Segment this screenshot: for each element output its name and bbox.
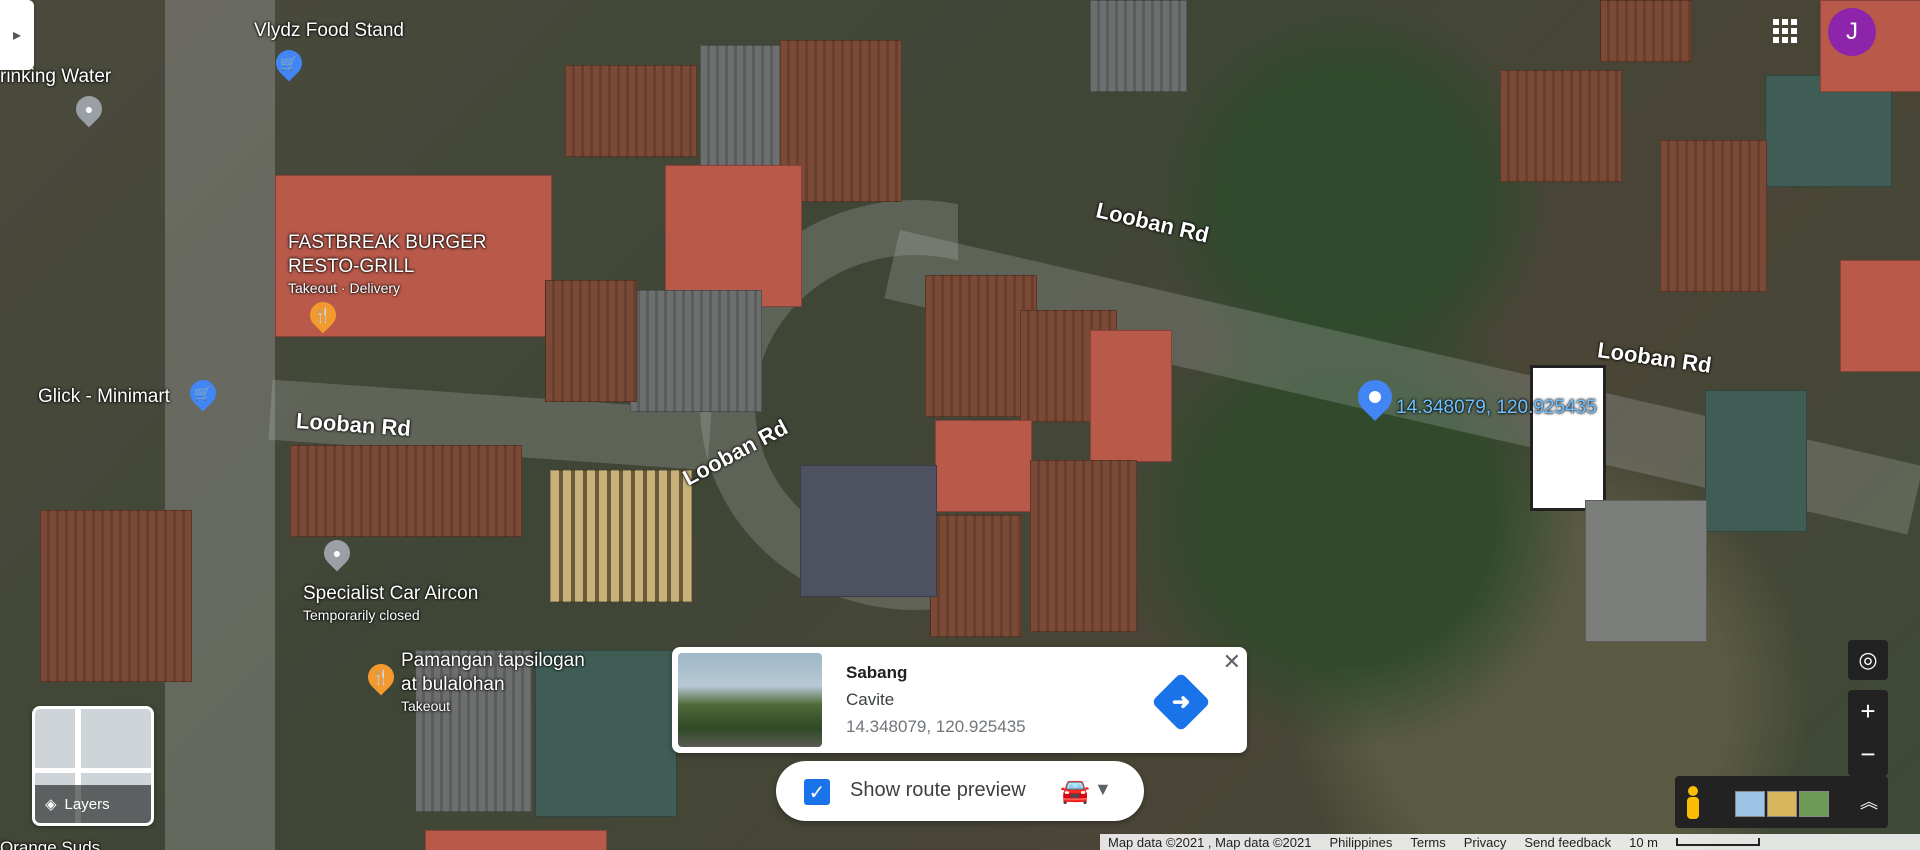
- directions-button[interactable]: ➜: [1151, 672, 1211, 732]
- fork-knife-icon: 🍴: [314, 306, 332, 323]
- zoom-out-button[interactable]: −: [1848, 733, 1888, 776]
- poi-label[interactable]: Orange Suds: [0, 838, 100, 850]
- send-feedback-link[interactable]: Send feedback: [1524, 835, 1611, 850]
- building: [1030, 460, 1137, 632]
- privacy-link[interactable]: Privacy: [1464, 835, 1507, 850]
- directions-icon: ➜: [1171, 689, 1191, 714]
- location-card[interactable]: Sabang Cavite 14.348079, 120.925435 ➜ ✕: [672, 647, 1247, 753]
- pegman-icon[interactable]: [1685, 786, 1701, 820]
- map-type-tile[interactable]: [1799, 791, 1829, 817]
- close-icon[interactable]: ✕: [1223, 649, 1241, 675]
- region-link[interactable]: Philippines: [1329, 835, 1392, 850]
- building: [1500, 70, 1622, 182]
- fork-knife-icon: 🍴: [372, 668, 390, 685]
- dropped-pin-label[interactable]: 14.348079, 120.925435: [1396, 397, 1597, 419]
- building: [1585, 500, 1707, 642]
- poi-sublabel: Takeout · Delivery: [288, 280, 401, 296]
- collapse-side-panel-button[interactable]: ▸: [0, 0, 34, 70]
- poi-label[interactable]: FASTBREAK BURGER: [288, 232, 487, 254]
- building: [1530, 365, 1606, 511]
- building: [935, 420, 1032, 512]
- building: [40, 510, 192, 682]
- map-footer: Map data ©2021 , Map data ©2021 Philippi…: [1100, 834, 1920, 850]
- expand-chevron-icon[interactable]: ︽: [1860, 788, 1878, 814]
- my-location-button[interactable]: ◎: [1848, 640, 1888, 680]
- building: [1600, 0, 1692, 62]
- route-preview-toggle[interactable]: ✓ Show route preview 🚘 ▼: [776, 761, 1144, 821]
- road-label: Looban Rd: [1093, 197, 1212, 248]
- zoom-controls: + −: [1848, 690, 1888, 776]
- pin-icon: ●: [332, 545, 342, 561]
- building: [1840, 260, 1920, 372]
- scale-bar: [1676, 838, 1760, 846]
- building: [565, 65, 697, 157]
- road-label: Looban Rd: [1595, 337, 1714, 378]
- building: [700, 45, 787, 177]
- shopping-cart-icon: 🛒: [280, 54, 298, 71]
- main-road: [165, 0, 275, 850]
- layers-icon: ◈: [45, 796, 57, 813]
- building: [535, 650, 677, 817]
- chevron-right-icon: ▸: [12, 27, 22, 44]
- layers-button[interactable]: ◈ Layers: [32, 706, 154, 826]
- poi-marker[interactable]: 🛒: [270, 44, 308, 82]
- poi-sublabel: Temporarily closed: [303, 607, 420, 623]
- poi-marker[interactable]: 🍴: [362, 658, 400, 696]
- building: [665, 165, 802, 307]
- building: [545, 280, 637, 402]
- map-type-tile[interactable]: [1735, 791, 1765, 817]
- route-preview-label: Show route preview: [850, 779, 1026, 801]
- building: [550, 470, 692, 602]
- terms-link[interactable]: Terms: [1410, 835, 1445, 850]
- poi-sublabel: Takeout: [401, 698, 451, 714]
- building: [1705, 390, 1807, 532]
- layers-label: Layers: [64, 795, 110, 813]
- building: [425, 830, 607, 850]
- car-icon[interactable]: 🚘: [1060, 777, 1090, 806]
- poi-label[interactable]: Pamangan tapsilogan: [401, 650, 585, 672]
- building: [800, 465, 937, 597]
- card-subtitle: Cavite: [846, 690, 895, 709]
- poi-label[interactable]: Specialist Car Aircon: [303, 583, 478, 605]
- poi-label[interactable]: at bulalohan: [401, 674, 505, 696]
- card-title: Sabang: [846, 663, 908, 682]
- building: [1090, 0, 1187, 92]
- poi-marker[interactable]: ●: [318, 534, 356, 572]
- building: [1090, 330, 1172, 462]
- zoom-in-button[interactable]: +: [1848, 690, 1888, 733]
- poi-marker[interactable]: 🍴: [304, 296, 342, 334]
- poi-label[interactable]: RESTO-GRILL: [288, 256, 414, 278]
- card-coordinates: 14.348079, 120.925435: [846, 717, 1026, 736]
- map-type-tile[interactable]: [1767, 791, 1797, 817]
- building: [290, 445, 522, 537]
- building: [630, 290, 762, 412]
- poi-label[interactable]: Vlydz Food Stand: [254, 20, 404, 42]
- scale-label[interactable]: 10 m: [1629, 835, 1658, 850]
- building: [1660, 140, 1767, 292]
- pin-icon: ●: [84, 101, 94, 117]
- chevron-down-icon[interactable]: ▼: [1094, 779, 1112, 800]
- street-view-thumbnail[interactable]: [678, 653, 822, 747]
- route-preview-checkbox[interactable]: ✓: [804, 779, 830, 805]
- poi-marker[interactable]: 🛒: [184, 374, 222, 412]
- building: [930, 515, 1022, 637]
- shopping-cart-icon: 🛒: [194, 384, 212, 401]
- street-view-bar: ︽: [1675, 776, 1888, 828]
- attribution: Map data ©2021 , Map data ©2021: [1108, 834, 1312, 850]
- apps-grid-icon[interactable]: [1770, 16, 1800, 46]
- poi-label[interactable]: Glick - Minimart: [38, 386, 170, 408]
- poi-marker[interactable]: ●: [70, 90, 108, 128]
- account-avatar[interactable]: J: [1828, 8, 1876, 56]
